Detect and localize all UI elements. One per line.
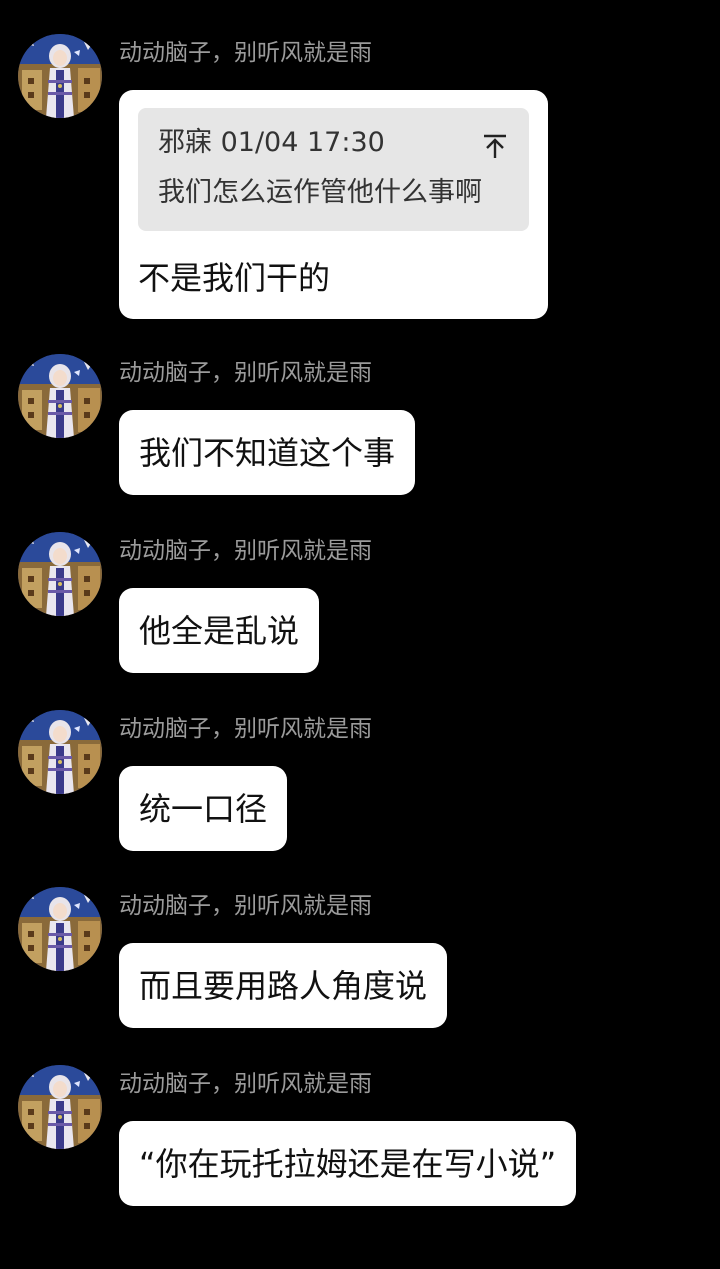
sender-avatar[interactable] [18,532,102,616]
sender-avatar[interactable] [18,34,102,118]
message-text: 他全是乱说 [139,611,300,650]
sender-name[interactable]: 动动脑子，别听风就是雨 [119,714,372,744]
message-bubble[interactable]: 统一口径 [119,766,288,851]
sender-name[interactable]: 动动脑子，别听风就是雨 [119,891,372,921]
message-text: “你在玩托拉姆还是在写小说” [139,1144,557,1183]
message-text: 统一口径 [139,789,268,828]
sender-avatar[interactable] [18,887,102,971]
anime-character-avatar-icon [18,34,102,118]
quoted-time: 01/04 17:30 [220,127,385,158]
anime-character-avatar-icon [18,887,102,971]
quoted-author: 邪寐 [158,127,212,158]
message-bubble[interactable]: 邪寐 01/04 17:30 我们怎么运作管他什么事啊 不是我们干的 [119,90,548,319]
sender-name[interactable]: 动动脑子，别听风就是雨 [119,1069,372,1099]
message-bubble[interactable]: 我们不知道这个事 [119,410,416,495]
anime-character-avatar-icon [18,532,102,616]
anime-character-avatar-icon [18,710,102,794]
message-text: 而且要用路人角度说 [139,966,428,1005]
sender-avatar[interactable] [18,710,102,794]
anime-character-avatar-icon [18,354,102,438]
message-text: 我们不知道这个事 [139,433,396,472]
jump-to-quoted-message-icon[interactable] [479,130,511,162]
sender-avatar[interactable] [18,354,102,438]
anime-character-avatar-icon [18,1065,102,1149]
sender-name[interactable]: 动动脑子，别听风就是雨 [119,358,372,388]
sender-name[interactable]: 动动脑子，别听风就是雨 [119,38,372,68]
message-bubble[interactable]: 他全是乱说 [119,588,320,673]
sender-avatar[interactable] [18,1065,102,1149]
quoted-message[interactable]: 邪寐 01/04 17:30 我们怎么运作管他什么事啊 [138,108,529,231]
message-text: 不是我们干的 [138,259,331,297]
message-bubble[interactable]: “你在玩托拉姆还是在写小说” [119,1121,577,1206]
quoted-message-meta: 邪寐 01/04 17:30 [158,126,385,160]
message-bubble[interactable]: 而且要用路人角度说 [119,943,448,1028]
quoted-message-text: 我们怎么运作管他什么事啊 [158,177,482,208]
sender-name[interactable]: 动动脑子，别听风就是雨 [119,536,372,566]
